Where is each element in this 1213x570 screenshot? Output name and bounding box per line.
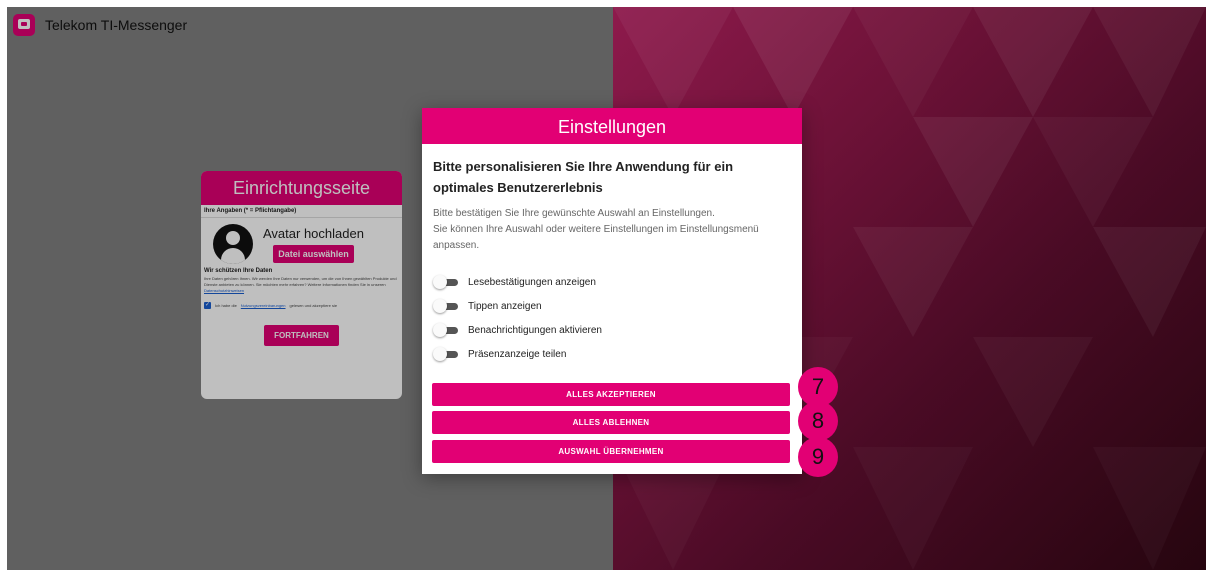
apply-selection-button[interactable]: AUSWAHL ÜBERNEHMEN: [432, 440, 790, 463]
typing-toggle[interactable]: [433, 299, 459, 313]
toggle-row-typing[interactable]: Tippen anzeigen: [433, 294, 790, 318]
toggle-label: Präsenzanzeige teilen: [468, 348, 567, 360]
toggle-label: Lesebestätigungen anzeigen: [468, 276, 596, 288]
toggle-row-read-receipts[interactable]: Lesebestätigungen anzeigen: [433, 270, 790, 294]
presence-toggle[interactable]: [433, 347, 459, 361]
dialog-description-line2: Sie können Ihre Auswahl oder weitere Ein…: [433, 224, 759, 251]
toggle-label: Benachrichtigungen aktivieren: [468, 324, 602, 336]
toggle-row-notifications[interactable]: Benachrichtigungen aktivieren: [433, 318, 790, 342]
notifications-toggle[interactable]: [433, 323, 459, 337]
toggle-row-presence[interactable]: Präsenzanzeige teilen: [433, 342, 790, 366]
accept-all-button[interactable]: ALLES AKZEPTIEREN: [432, 383, 790, 406]
read-receipts-toggle[interactable]: [433, 275, 459, 289]
dialog-description-line1: Bitte bestätigen Sie Ihre gewünschte Aus…: [433, 208, 715, 219]
step-badge-9: 9: [798, 437, 838, 477]
dialog-heading: Bitte personalisieren Sie Ihre Anwendung…: [433, 159, 734, 195]
settings-dialog: Einstellungen Bitte personalisieren Sie …: [422, 108, 802, 474]
step-badge-8: 8: [798, 401, 838, 441]
toggle-label: Tippen anzeigen: [468, 300, 542, 312]
reject-all-button[interactable]: ALLES ABLEHNEN: [432, 411, 790, 434]
dialog-title: Einstellungen: [422, 108, 802, 144]
toggle-list: Lesebestätigungen anzeigen Tippen anzeig…: [433, 270, 790, 366]
dialog-description: Bitte bestätigen Sie Ihre gewünschte Aus…: [433, 206, 790, 254]
